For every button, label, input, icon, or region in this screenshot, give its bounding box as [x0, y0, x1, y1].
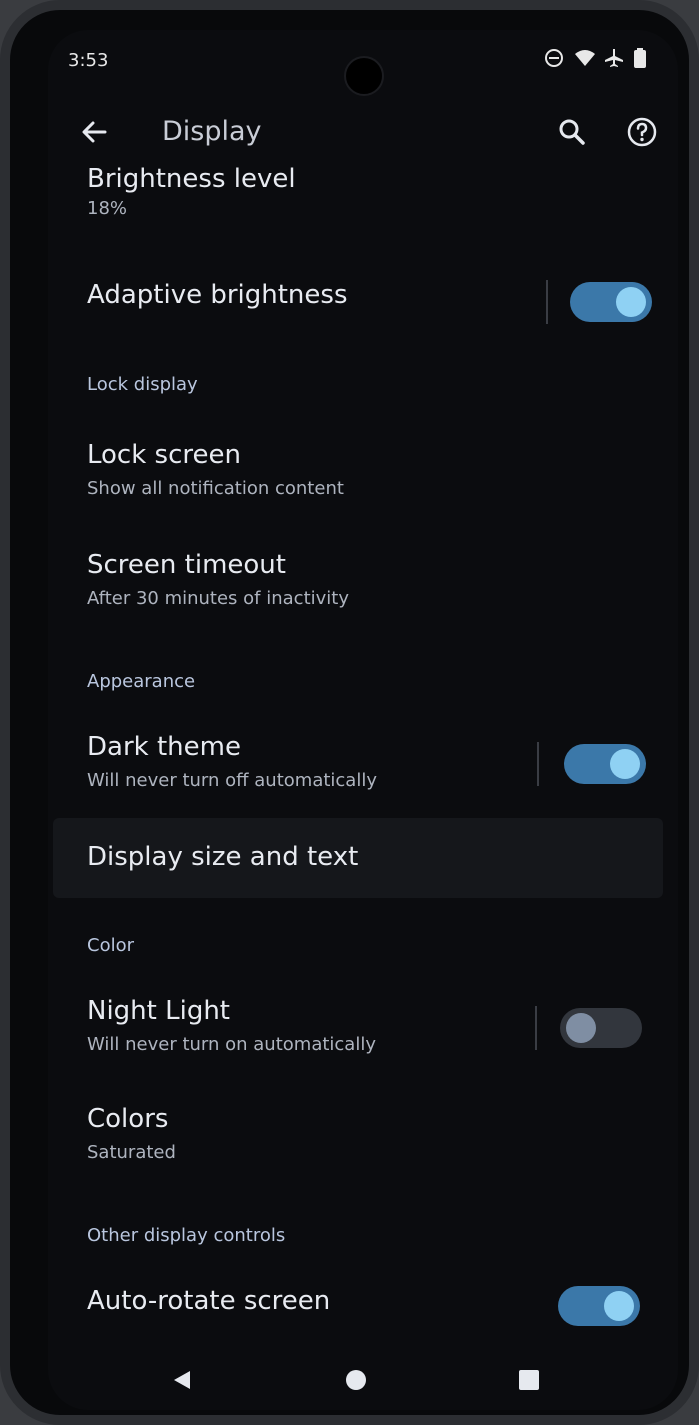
lock-screen-summary: Show all notification content — [87, 478, 344, 499]
screen-timeout-item[interactable]: Screen timeout After 30 minutes of inact… — [76, 550, 656, 622]
dark-theme-switch[interactable] — [564, 744, 646, 784]
adaptive-brightness-item[interactable]: Adaptive brightness — [76, 266, 656, 338]
nav-home-icon — [346, 1370, 366, 1390]
search-button[interactable] — [550, 110, 594, 154]
brightness-level-item[interactable]: Brightness level 18% — [76, 164, 656, 224]
back-button[interactable] — [72, 110, 116, 154]
colors-title: Colors — [87, 1104, 169, 1134]
screen-timeout-summary: After 30 minutes of inactivity — [87, 588, 349, 609]
section-color: Color — [87, 935, 134, 956]
screen-timeout-title: Screen timeout — [87, 550, 286, 580]
auto-rotate-switch[interactable] — [558, 1286, 640, 1326]
status-time: 3:53 — [68, 50, 109, 71]
switch-thumb — [566, 1013, 596, 1043]
status-icons — [544, 48, 654, 68]
nav-recents-icon — [519, 1370, 539, 1390]
status-bar: 3:53 — [48, 48, 678, 96]
colors-summary: Saturated — [87, 1142, 176, 1163]
brightness-level-value: 18% — [87, 198, 128, 219]
adaptive-brightness-switch[interactable] — [570, 282, 652, 322]
display-size-item[interactable]: Display size and text — [76, 842, 656, 890]
dark-theme-summary: Will never turn off automatically — [87, 770, 377, 791]
night-light-switch[interactable] — [560, 1008, 642, 1048]
auto-rotate-title: Auto-rotate screen — [87, 1286, 331, 1316]
nav-back-icon — [174, 1371, 190, 1389]
screen: 3:53 Display Brightness level 18% Adapti… — [48, 30, 678, 1410]
back-arrow-icon — [82, 121, 107, 143]
section-other-display-controls: Other display controls — [87, 1225, 286, 1246]
dark-theme-item[interactable]: Dark theme Will never turn off automatic… — [76, 732, 656, 804]
help-icon — [627, 117, 657, 147]
display-size-title: Display size and text — [87, 842, 359, 872]
section-appearance: Appearance — [87, 671, 196, 692]
wifi-icon — [574, 48, 595, 68]
switch-thumb — [610, 749, 640, 779]
lock-screen-item[interactable]: Lock screen Show all notification conten… — [76, 440, 656, 512]
dark-theme-title: Dark theme — [87, 732, 241, 762]
nav-home-button[interactable] — [336, 1360, 376, 1400]
phone-frame: 3:53 Display Brightness level 18% Adapti… — [0, 0, 699, 1425]
switch-thumb — [604, 1291, 634, 1321]
battery-icon — [634, 48, 654, 68]
switch-thumb — [616, 287, 646, 317]
auto-rotate-item[interactable]: Auto-rotate screen — [76, 1284, 656, 1344]
section-lock-display: Lock display — [87, 374, 198, 395]
do-not-disturb-icon — [544, 48, 564, 68]
switch-divider — [535, 1006, 537, 1050]
colors-item[interactable]: Colors Saturated — [76, 1104, 656, 1176]
page-title: Display — [162, 116, 262, 147]
night-light-summary: Will never turn on automatically — [87, 1034, 376, 1055]
adaptive-brightness-title: Adaptive brightness — [87, 280, 348, 310]
airplane-icon — [604, 48, 624, 68]
switch-divider — [537, 742, 539, 786]
brightness-level-title: Brightness level — [87, 164, 296, 194]
nav-recents-button[interactable] — [509, 1360, 549, 1400]
night-light-title: Night Light — [87, 996, 230, 1026]
help-button[interactable] — [620, 110, 664, 154]
lock-screen-title: Lock screen — [87, 440, 241, 470]
night-light-item[interactable]: Night Light Will never turn on automatic… — [76, 996, 656, 1068]
app-bar: Display — [48, 110, 678, 166]
switch-divider — [546, 280, 548, 324]
nav-back-button[interactable] — [162, 1360, 202, 1400]
navigation-bar — [48, 1350, 678, 1410]
front-camera — [344, 56, 384, 96]
search-icon — [559, 119, 585, 145]
